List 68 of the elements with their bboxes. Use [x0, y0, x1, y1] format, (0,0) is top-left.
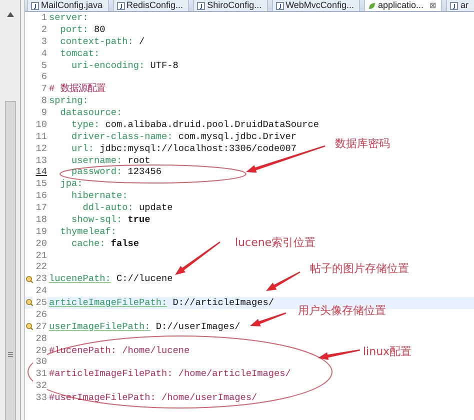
- file-tab[interactable]: WebMvcConfig...: [272, 0, 360, 11]
- yaml-value: true: [126, 214, 150, 225]
- close-icon[interactable]: ⊠: [429, 0, 436, 11]
- yaml-value: com.alibaba.druid.pool.DruidDataSource: [104, 118, 320, 130]
- yaml-key: port:: [49, 24, 88, 35]
- yaml-key: cache:: [49, 238, 106, 249]
- yaml-value: C://lucene: [116, 273, 173, 284]
- line-number: 14: [33, 166, 47, 178]
- annotation-text: linux配置: [363, 345, 412, 358]
- yaml-key: lucenePath:: [49, 273, 111, 284]
- yaml-value: UTF-8: [149, 60, 178, 70]
- yaml-key: type:: [49, 118, 100, 130]
- leaf-file-icon: [368, 2, 376, 10]
- yaml-key: hibernate:: [49, 190, 128, 202]
- line-number: 20: [33, 238, 47, 250]
- yaml-key: username:: [49, 154, 122, 166]
- annotation-text: 用户头像存储位置: [298, 304, 386, 317]
- yaml-key: url:: [49, 142, 94, 154]
- yaml-key: server:: [49, 12, 88, 23]
- yaml-key: datasource:: [49, 107, 122, 118]
- annotation-text: 帖子的图片存储位置: [310, 262, 409, 275]
- java-file-icon: [31, 2, 39, 10]
- scrollbar-thumb[interactable]: [4, 101, 16, 420]
- line-number: 13: [33, 154, 47, 166]
- java-file-icon: [276, 2, 284, 10]
- code-comment: #articleImageFilePath: /home/articleImages/: [49, 368, 291, 380]
- yaml-value: D://userImages/: [154, 320, 240, 332]
- yaml-value: jdbc:mysql://localhost:3306/code007: [98, 142, 297, 154]
- yaml-key: show-sql:: [49, 214, 122, 225]
- yaml-key: ddl-auto:: [49, 202, 134, 213]
- arrow: [250, 312, 286, 326]
- file-tab[interactable]: ShiroConfig...: [193, 0, 268, 11]
- yaml-key: thymeleaf:: [49, 226, 117, 237]
- yaml-value: com.mysql.jdbc.Driver: [177, 130, 297, 142]
- arrow: [266, 271, 300, 291]
- java-file-icon: [116, 2, 125, 10]
- file-tab[interactable]: MailConfig.java: [27, 0, 109, 11]
- java-file-icon: [450, 2, 458, 10]
- yaml-key: jpa:: [49, 178, 83, 190]
- annotation-text: 数据库密码: [335, 137, 390, 150]
- yaml-key: userImageFilePath:: [49, 320, 150, 332]
- yaml-key: password:: [49, 166, 122, 178]
- yaml-key: tomcat:: [49, 48, 100, 59]
- line-number: 28: [33, 332, 47, 344]
- yaml-value: 80: [93, 24, 106, 35]
- yaml-value: 123456: [126, 166, 162, 178]
- yaml-key: driver-class-name:: [49, 130, 173, 142]
- yaml-value: update: [138, 202, 173, 213]
- annotation-text: lucene索引位置: [235, 236, 316, 249]
- yaml-key: spring:: [49, 95, 88, 106]
- code-comment: # 数据源配置: [49, 83, 106, 94]
- yaml-value: root: [126, 154, 150, 166]
- file-tab[interactable]: RedisConfig...: [112, 0, 190, 11]
- scroll-up-icon[interactable]: [6, 12, 14, 17]
- yaml-value: D://articleImages/: [172, 297, 274, 308]
- line-number: 29: [33, 344, 47, 356]
- file-tab[interactable]: applicatio... ⊠: [364, 0, 442, 11]
- arrow: [318, 349, 360, 360]
- line-number: 25: [33, 297, 47, 309]
- line-number: 32: [33, 380, 47, 392]
- java-file-icon: [197, 2, 206, 10]
- file-tab[interactable]: ar: [446, 0, 474, 11]
- yaml-key: context-path:: [49, 36, 134, 47]
- yaml-key: uri-encoding:: [49, 60, 145, 70]
- yaml-value: /: [138, 36, 145, 47]
- yaml-key: articleImageFilePath:: [49, 297, 168, 308]
- yaml-value: false: [110, 238, 140, 249]
- arrow: [175, 242, 220, 275]
